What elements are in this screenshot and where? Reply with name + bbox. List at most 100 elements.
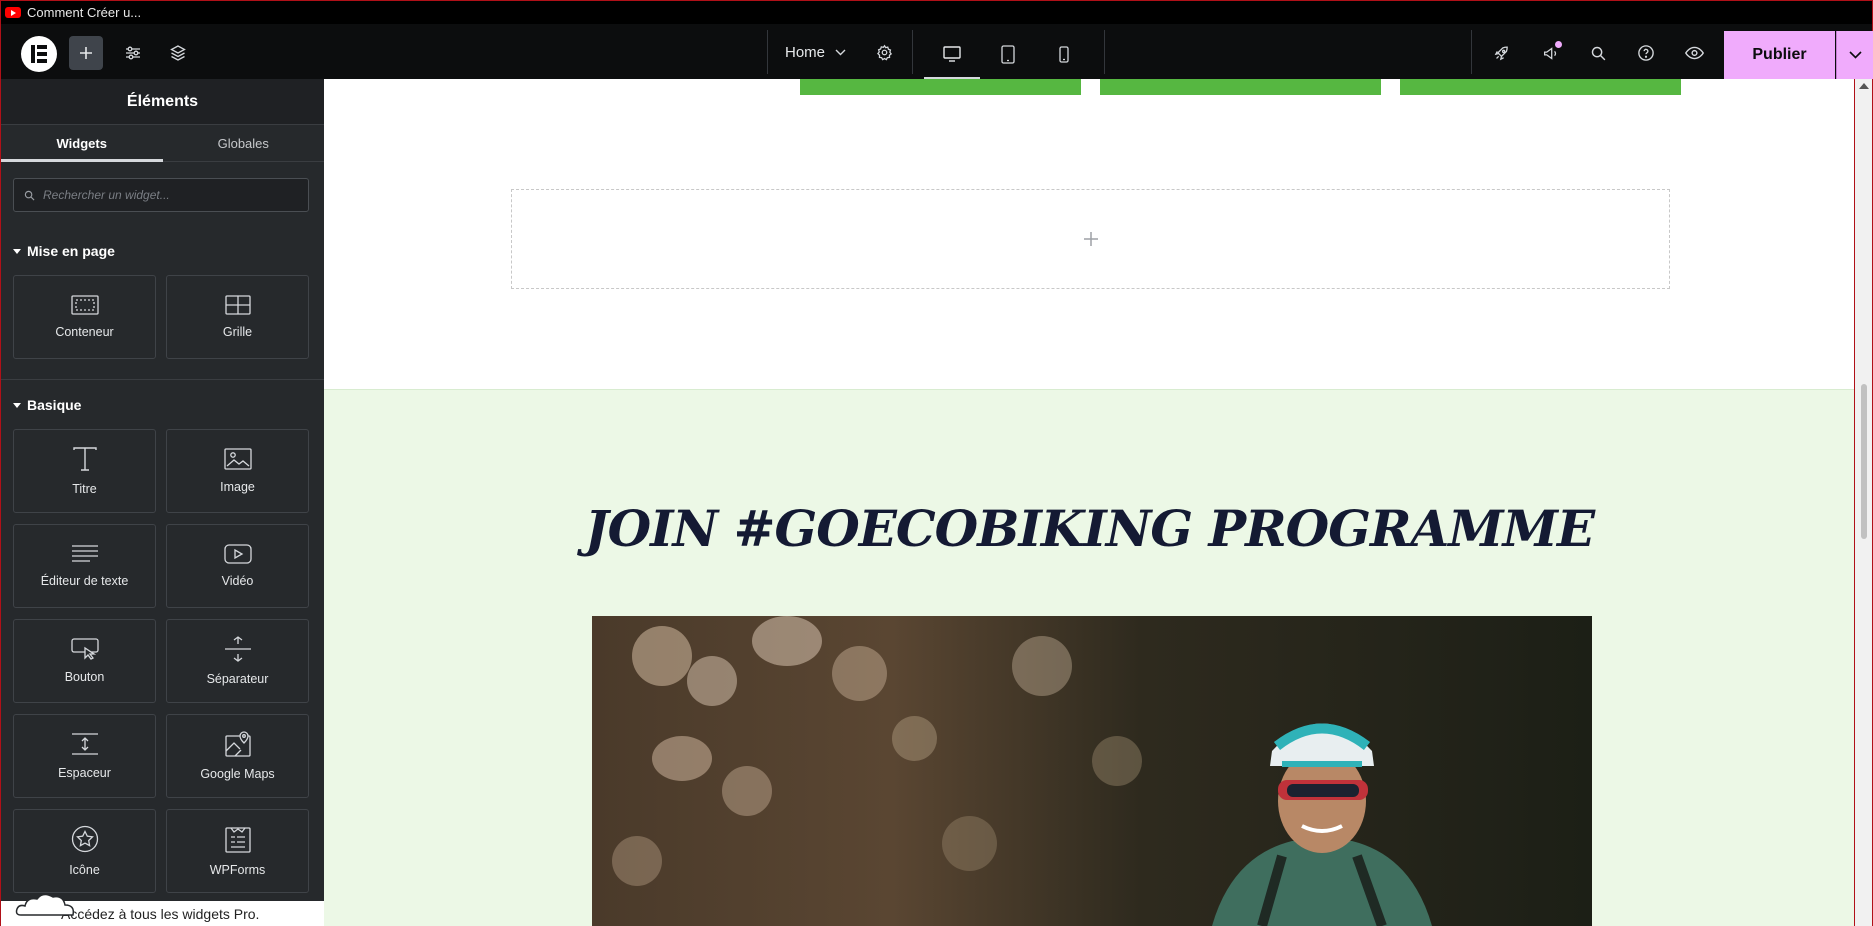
widget-video[interactable]: Vidéo [166,524,309,608]
caret-down-icon [13,402,21,408]
notification-dot [1555,41,1562,48]
editor-topbar: Home Publier [0,24,1873,80]
search-icon [1591,46,1605,60]
desktop-icon [943,46,961,62]
caret-down-icon [13,248,21,254]
grid-icon [224,295,251,315]
bokeh-light [722,766,772,816]
text-editor-icon [71,545,98,562]
bokeh-light [632,626,692,686]
editor-canvas: JOIN #GOECOBIKING PROGRAMME [324,79,1855,926]
widget-label: WPForms [209,863,266,877]
help-button[interactable] [1629,36,1663,70]
green-button-block[interactable] [1100,79,1381,95]
widget-label: Vidéo [221,574,254,588]
preview-button[interactable] [1677,36,1711,70]
widget-divider[interactable]: Séparateur [166,619,309,703]
chevron-down-icon [835,49,846,55]
wpforms-icon [224,827,251,853]
image-icon [223,448,252,470]
section-layout-title: Mise en page [27,243,115,259]
widget-heading[interactable]: Titre [13,429,156,513]
elements-panel: Éléments Widgets Globales Mise en page C… [0,79,324,926]
widget-label: Image [220,480,255,494]
panel-tabs: Widgets Globales [1,125,324,162]
divider [1,379,324,380]
divider [912,30,913,74]
bokeh-light [892,716,937,761]
widget-label: Google Maps [200,767,275,781]
widget-icon[interactable]: Icône [13,809,156,893]
scroll-thumb[interactable] [1861,384,1867,539]
widget-spacer[interactable]: Espaceur [13,714,156,798]
widget-label: Icône [69,863,100,877]
structure-button[interactable] [161,36,195,70]
bokeh-light [687,656,737,706]
video-icon [223,544,252,564]
site-launch-button[interactable] [1484,36,1518,70]
cyclist-figure [1212,723,1432,926]
spacer-icon [71,733,98,755]
elementor-logo-icon[interactable] [21,36,57,72]
add-section-dropzone[interactable] [511,189,1670,289]
search-icon [24,190,35,200]
tablet-view-button[interactable] [980,32,1036,76]
map-icon [224,731,251,757]
bokeh-light [1012,636,1072,696]
green-button-block[interactable] [1400,79,1681,95]
widget-container[interactable]: Conteneur [13,275,156,359]
star-icon [71,825,98,853]
widget-image[interactable]: Image [166,429,309,513]
whats-new-button[interactable] [1534,36,1568,70]
mobile-icon [1059,45,1069,63]
widget-label: Conteneur [55,325,114,339]
section-layout[interactable]: Mise en page [13,243,115,259]
widget-grid[interactable]: Grille [166,275,309,359]
widget-label: Séparateur [206,672,269,686]
tab-globals[interactable]: Globales [163,125,325,161]
widget-text-editor[interactable]: Éditeur de texte [13,524,156,608]
widget-google-maps[interactable]: Google Maps [166,714,309,798]
widget-label: Éditeur de texte [40,574,129,588]
widget-label: Bouton [64,670,105,684]
rocket-icon [1494,45,1508,60]
programme-heading[interactable]: JOIN #GOECOBIKING PROGRAMME [324,499,1854,558]
publish-options-button[interactable] [1836,31,1873,79]
widget-search-input[interactable] [43,188,293,202]
widget-label: Grille [222,325,253,339]
widget-label: Espaceur [58,766,111,780]
window-title-bar: Comment Créer u... [0,0,1873,24]
site-settings-button[interactable] [116,36,150,70]
bokeh-light [942,816,997,871]
bokeh-light [1092,736,1142,786]
page-name: Home [785,43,826,61]
widget-button[interactable]: Bouton [13,619,156,703]
container-icon [70,295,99,315]
widget-search[interactable] [13,178,309,212]
divider-icon [224,636,251,662]
bokeh-light [832,646,887,701]
divider [1471,30,1472,74]
canvas-scrollbar[interactable] [1855,79,1873,926]
green-button-block[interactable] [800,79,1081,95]
mobile-view-button[interactable] [1036,32,1092,76]
panel-title: Éléments [1,79,324,125]
eye-icon [1684,46,1704,60]
bokeh-light [612,836,662,886]
divider [767,30,768,74]
publish-button[interactable]: Publier [1724,31,1835,79]
bokeh-light [752,616,822,666]
search-button[interactable] [1581,36,1615,70]
add-element-button[interactable] [69,36,103,70]
cyclist-image[interactable] [592,616,1592,926]
page-selector[interactable]: Home [785,36,846,68]
bokeh-light [652,736,712,781]
scroll-up-arrow[interactable] [1859,83,1869,89]
plus-icon [1083,232,1098,246]
section-basic[interactable]: Basique [13,397,81,413]
page-settings-button[interactable] [867,35,901,69]
tab-widgets[interactable]: Widgets [1,125,163,162]
layers-icon [170,45,186,61]
widget-wpforms[interactable]: WPForms [166,809,309,893]
desktop-view-button[interactable] [924,32,980,80]
